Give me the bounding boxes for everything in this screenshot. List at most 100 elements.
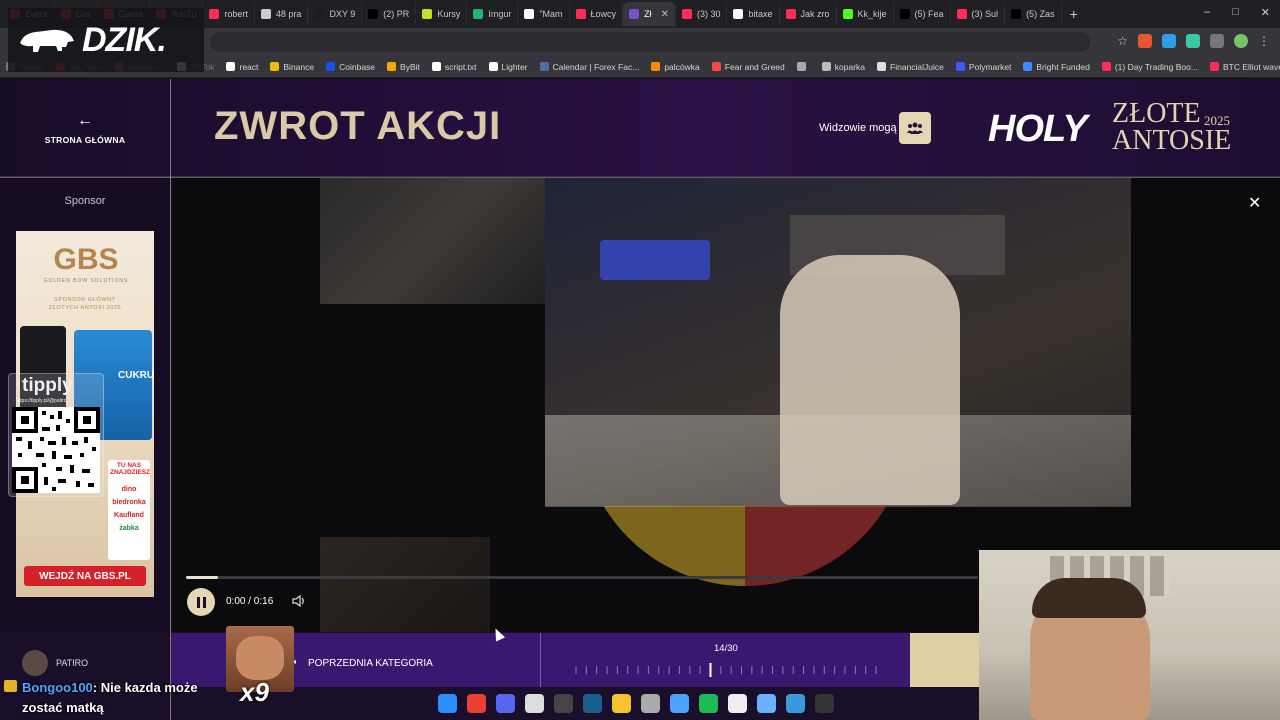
bookmark-item[interactable]: Calendar | Forex Fac...: [539, 62, 639, 72]
bookmark-item[interactable]: Binance: [270, 62, 314, 72]
bookmark-label: palcówka: [664, 61, 700, 72]
bookmark-item[interactable]: FinancialJuice: [877, 62, 944, 72]
url-input[interactable]: [210, 32, 1090, 52]
dzik-logo: DZIK.: [8, 8, 204, 72]
bookmark-item[interactable]: [796, 62, 810, 71]
bookmark-item[interactable]: Bright Funded: [1023, 62, 1090, 72]
extension-icon[interactable]: [1138, 34, 1152, 48]
retailer-list: dino biedronka Kaufland żabka: [110, 486, 148, 532]
chrome-icon[interactable]: [467, 694, 486, 713]
new-tab-button[interactable]: +: [1062, 6, 1086, 22]
video-scene-light: [600, 240, 710, 280]
video-inset-bottom-left: [320, 537, 490, 632]
browser-tab[interactable]: Kk_kije: [837, 2, 894, 26]
steam-icon[interactable]: [583, 694, 602, 713]
bookmark-item[interactable]: script.txt: [431, 62, 477, 72]
bookmark-item[interactable]: BTC Elliot wave: [1209, 61, 1280, 72]
bookmark-item[interactable]: react: [226, 62, 258, 72]
extension-icon[interactable]: [1186, 34, 1200, 48]
bookmark-star-icon[interactable]: ☆: [1117, 34, 1128, 48]
ccleaner-icon[interactable]: [641, 694, 660, 713]
browser-tab[interactable]: Kursy: [416, 2, 468, 26]
bookmark-item[interactable]: palcówka: [651, 61, 700, 72]
close-window-button[interactable]: ✕: [1261, 6, 1270, 19]
browser-tab[interactable]: (5) Zas: [1005, 2, 1062, 26]
browser-tab[interactable]: DXY 9: [308, 2, 363, 26]
category-progress-ticks: [575, 663, 877, 677]
browser-tab[interactable]: Imgur: [467, 2, 519, 26]
tab-label: (3) 30: [696, 9, 721, 19]
tool-icon[interactable]: [670, 694, 689, 713]
folder-icon[interactable]: [612, 694, 631, 713]
browser-tab[interactable]: (5) Fea: [894, 2, 951, 26]
viewers-button[interactable]: [899, 112, 931, 144]
windows-icon[interactable]: [438, 694, 457, 713]
bookmark-item[interactable]: ByBit: [387, 62, 420, 72]
bookmark-item[interactable]: Polymarket: [955, 61, 1012, 72]
bookmark-item[interactable]: Coinbase: [326, 62, 375, 72]
tab-favicon-icon: [681, 9, 692, 19]
volume-icon[interactable]: [292, 594, 306, 610]
category-counter: 14/30: [714, 643, 738, 654]
chat-author: Bongoo100: [22, 680, 93, 695]
video-progress-bar[interactable]: [186, 576, 978, 579]
tab-label: bitaxe: [748, 9, 773, 19]
menu-icon[interactable]: ⋮: [1258, 34, 1270, 48]
close-tab-icon[interactable]: ✕: [661, 9, 669, 20]
notepad-icon[interactable]: [757, 694, 776, 713]
bookmark-favicon-icon: [821, 62, 831, 71]
browser-tab[interactable]: (3) 30: [676, 2, 728, 26]
extensions-puzzle-icon[interactable]: [1210, 34, 1224, 48]
browser-tab[interactable]: robert: [203, 2, 255, 26]
browser-tab[interactable]: Łowcy: [570, 2, 624, 26]
back-to-home-button[interactable]: ← STRONA GŁÓWNA: [30, 112, 140, 148]
spotify-icon[interactable]: [699, 694, 718, 713]
next-category-button[interactable]: [910, 633, 980, 687]
tab-label: "Mam: [539, 9, 563, 19]
browser-tab[interactable]: (2) PR: [362, 2, 417, 26]
bookmark-item[interactable]: Lighter: [488, 61, 528, 72]
bookmark-item[interactable]: Fear and Greed: [711, 62, 785, 72]
previous-category-button[interactable]: POPRZEDNIA KATEGORIA: [292, 658, 433, 669]
qr-code-icon: [12, 407, 100, 493]
bookmark-item[interactable]: (1) Day Trading Boo...: [1101, 62, 1198, 72]
bookmark-item[interactable]: koparka: [821, 62, 865, 72]
bookmark-favicon-icon: [1023, 62, 1033, 71]
maximize-button[interactable]: □: [1232, 6, 1239, 19]
prize-wheel: [580, 506, 910, 586]
obs-icon[interactable]: [554, 694, 573, 713]
terminal-icon[interactable]: [815, 694, 834, 713]
app-icon[interactable]: [525, 694, 544, 713]
minimize-button[interactable]: –: [1204, 6, 1210, 19]
back-label: STRONA GŁÓWNA: [44, 135, 126, 145]
store-icon[interactable]: [728, 694, 747, 713]
tab-label: Kursy: [437, 9, 461, 19]
browser-tab[interactable]: Jak zro: [780, 2, 837, 26]
browser-tab[interactable]: "Mam: [518, 2, 570, 26]
bookmark-label: Polymarket: [968, 61, 1012, 72]
bookmark-label: FinancialJuice: [890, 61, 944, 72]
browser-tab[interactable]: Zł ✕: [623, 2, 676, 26]
tab-label: (2) PR: [383, 9, 410, 19]
tab-favicon-icon: [260, 9, 271, 19]
bookmark-favicon-icon: [539, 62, 549, 71]
sponsor-label: Sponsor: [64, 195, 106, 207]
tipply-url: https://tipply.pl/@patiro: [16, 398, 67, 404]
bookmark-label: Lighter: [501, 61, 528, 72]
browser-tab[interactable]: bitaxe: [727, 2, 780, 26]
discord-icon[interactable]: [496, 694, 515, 713]
browser-tab[interactable]: 48 pra: [255, 2, 309, 26]
boar-icon: [20, 29, 74, 52]
photos-icon[interactable]: [786, 694, 805, 713]
product-label: CUKRU: [118, 370, 155, 381]
close-icon[interactable]: ✕: [1248, 193, 1261, 213]
bookmark-label: BTC Elliot wave: [1222, 61, 1280, 72]
profile-avatar[interactable]: [1234, 34, 1248, 48]
bookmark-favicon-icon: [796, 62, 806, 71]
sponsor-cta-button[interactable]: WEJDŹ NA GBS.PL: [24, 566, 146, 586]
emote-count: x9: [240, 677, 269, 707]
extension-icon[interactable]: [1162, 34, 1176, 48]
pause-button[interactable]: [187, 588, 215, 616]
browser-tab[interactable]: (3) Sul: [951, 2, 1006, 26]
chat-message: Bongoo100: Nie kazda może zostać matką: [22, 678, 222, 718]
